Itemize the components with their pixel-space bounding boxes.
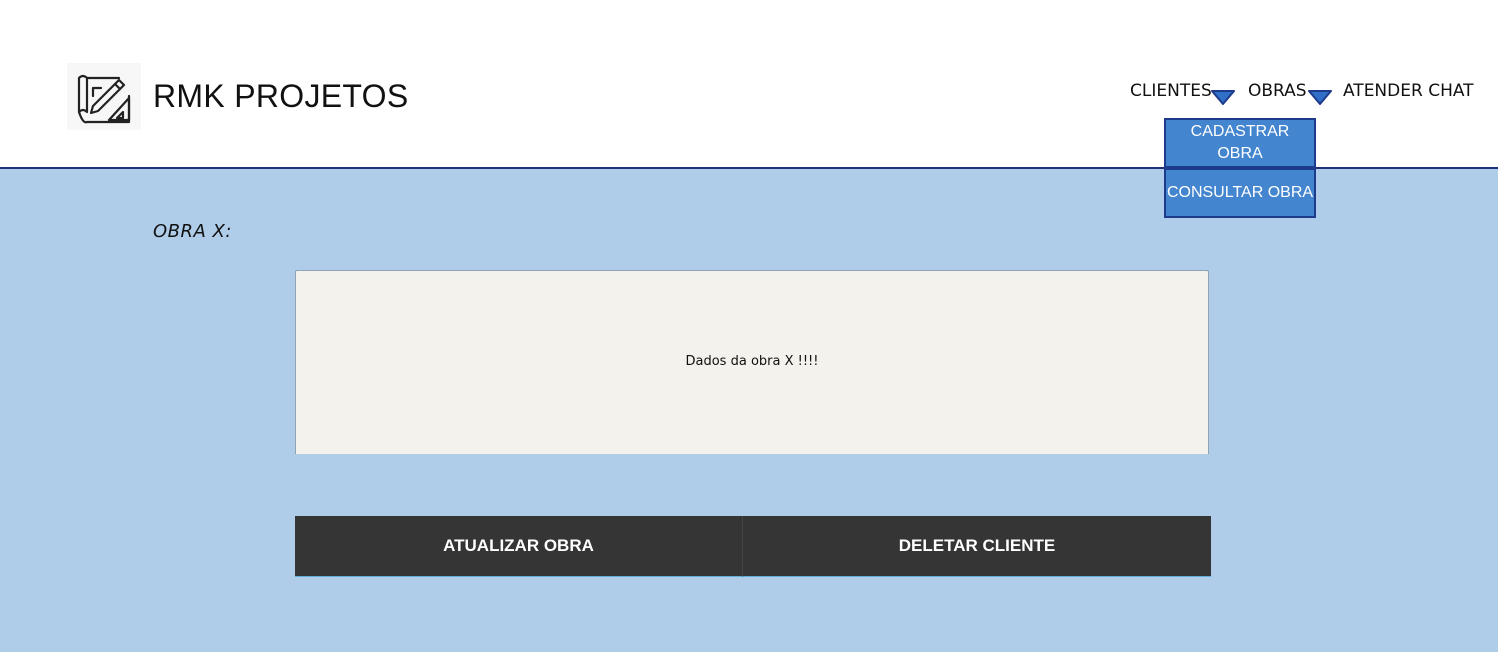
update-obra-button[interactable]: ATUALIZAR OBRA [295, 516, 742, 577]
nav-clientes[interactable]: CLIENTES [1130, 81, 1212, 101]
delete-client-button[interactable]: DELETAR CLIENTE [742, 516, 1211, 577]
menu-item-cadastrar-obra[interactable]: CADASTRAR OBRA [1164, 118, 1316, 168]
caret-down-icon[interactable] [1211, 89, 1235, 105]
menu-item-label: CADASTRAR OBRA [1190, 123, 1290, 162]
caret-down-icon[interactable] [1308, 89, 1332, 105]
page-title: OBRA X: [153, 221, 232, 242]
main-content: OBRA X: Dados da obra X !!!! ATUALIZAR O… [0, 169, 1498, 652]
logo[interactable] [67, 63, 141, 130]
nav-atender-chat[interactable]: ATENDER CHAT [1343, 81, 1474, 101]
nav-obras[interactable]: OBRAS [1248, 81, 1307, 101]
obra-details-panel: Dados da obra X !!!! [295, 270, 1209, 454]
obras-dropdown-menu: CADASTRAR OBRA CONSULTAR OBRA [1164, 118, 1316, 218]
brand-name: RMK PROJETOS [153, 78, 409, 114]
menu-item-consultar-obra[interactable]: CONSULTAR OBRA [1164, 168, 1316, 218]
blueprint-pencil-icon [77, 74, 131, 124]
menu-item-label: CONSULTAR OBRA [1166, 184, 1314, 201]
obra-details-text: Dados da obra X !!!! [685, 354, 819, 369]
